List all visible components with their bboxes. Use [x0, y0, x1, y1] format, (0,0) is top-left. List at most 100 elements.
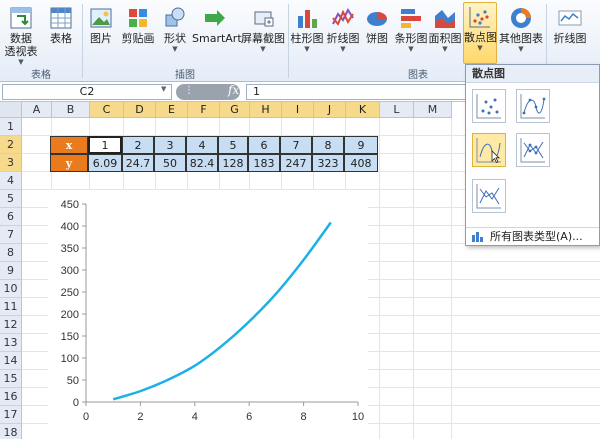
row-header-12[interactable]: 12 — [0, 316, 22, 334]
x-value-cell[interactable]: 9 — [344, 136, 378, 154]
scatter-smooth-lines-option[interactable] — [472, 133, 506, 167]
chevron-down-icon[interactable]: ▼ — [161, 85, 166, 93]
scatter-straight-lines-markers-option[interactable] — [516, 133, 550, 167]
area-chart-button[interactable]: 面积图 ▼ — [428, 4, 462, 64]
scatter-chart[interactable]: 0 50 100 150 200 250 300 350 400 450 0 2 4 6 8 10 — [48, 190, 368, 439]
y-value-cell[interactable]: 50 — [154, 154, 186, 172]
column-header-c[interactable]: C — [90, 102, 124, 118]
column-header-f[interactable]: F — [188, 102, 220, 118]
column-header-l[interactable]: L — [380, 102, 414, 118]
column-header-i[interactable]: I — [282, 102, 314, 118]
scatter-chart-label: 散点图 — [464, 31, 497, 44]
clipart-button[interactable]: 剪贴画 — [120, 4, 156, 64]
insert-function-icon[interactable]: fx — [228, 83, 239, 97]
row-header-9[interactable]: 9 — [0, 262, 22, 280]
column-header-a[interactable]: A — [22, 102, 52, 118]
shapes-button[interactable]: 形状 ▼ — [160, 4, 190, 64]
smartart-button[interactable]: SmartArt — [192, 4, 242, 64]
y-label-cell[interactable]: y — [50, 154, 88, 172]
scatter-gallery-dropdown: 散点图 所有图表类型(A)... — [465, 64, 600, 246]
divider — [288, 4, 289, 78]
x-value-cell[interactable]: 3 — [154, 136, 186, 154]
column-chart-button[interactable]: 柱形图 ▼ — [290, 4, 324, 64]
group-label-illustrations: 插图 — [175, 70, 195, 81]
y-value-cell[interactable]: 128 — [218, 154, 248, 172]
row-header-8[interactable]: 8 — [0, 244, 22, 262]
all-chart-types-link[interactable]: 所有图表类型(A)... — [466, 227, 599, 245]
y-tick-label: 450 — [61, 199, 79, 211]
column-header-m[interactable]: M — [414, 102, 452, 118]
screenshot-button[interactable]: 屏幕截图 ▼ — [240, 4, 286, 64]
y-value-cell[interactable]: 323 — [312, 154, 344, 172]
row-header-13[interactable]: 13 — [0, 334, 22, 352]
x-value-cell[interactable]: 4 — [186, 136, 218, 154]
bar-chart-icon — [401, 9, 421, 28]
y-tick-label: 50 — [67, 375, 79, 387]
line-chart-button[interactable]: 折线图 ▼ — [326, 4, 360, 64]
row-header-10[interactable]: 10 — [0, 280, 22, 298]
pie-chart-button[interactable]: 饼图 — [362, 4, 392, 64]
scatter-markers-only-option[interactable] — [472, 89, 506, 123]
scatter-chart-button[interactable]: 散点图 ▼ — [463, 2, 497, 64]
y-value-cell[interactable]: 408 — [344, 154, 378, 172]
x-value-cell[interactable]: 1 — [88, 136, 122, 154]
x-value-cell[interactable]: 7 — [280, 136, 312, 154]
scatter-smooth-lines-markers-option[interactable] — [516, 89, 550, 123]
other-charts-label: 其他图表 — [499, 32, 543, 45]
row-header-6[interactable]: 6 — [0, 208, 22, 226]
column-header-g[interactable]: G — [220, 102, 250, 118]
name-box[interactable]: C2 — [2, 84, 172, 100]
row-header-1[interactable]: 1 — [0, 118, 22, 136]
column-header-h[interactable]: H — [250, 102, 282, 118]
pivot-table-button[interactable]: 数据 透视表 ▼ — [4, 4, 38, 66]
bar-chart-button[interactable]: 条形图 ▼ — [394, 4, 428, 64]
y-value-cell[interactable]: 183 — [248, 154, 280, 172]
y-tick-label: 400 — [61, 221, 79, 233]
scatter-straight-lines-icon — [476, 184, 501, 209]
column-header-e[interactable]: E — [156, 102, 188, 118]
y-value-cell[interactable]: 247 — [280, 154, 312, 172]
row-header-4[interactable]: 4 — [0, 172, 22, 190]
chart-types-icon — [472, 232, 483, 242]
row-header-15[interactable]: 15 — [0, 370, 22, 388]
row-header-7[interactable]: 7 — [0, 226, 22, 244]
clipart-label: 剪贴画 — [121, 32, 155, 45]
grid-line — [413, 118, 414, 439]
row-header-3[interactable]: 3 — [0, 154, 22, 172]
other-charts-button[interactable]: 其他图表 ▼ — [498, 4, 544, 64]
x-value-cell[interactable]: 8 — [312, 136, 344, 154]
scatter-smooth-lines-icon — [476, 138, 501, 163]
row-header-2[interactable]: 2 — [0, 136, 22, 154]
column-header-b[interactable]: B — [52, 102, 90, 118]
table-button[interactable]: 表格 — [44, 4, 78, 64]
column-header-j[interactable]: J — [314, 102, 346, 118]
x-tick-label: 0 — [83, 411, 89, 423]
y-value-cell[interactable]: 82.4 — [186, 154, 218, 172]
row-header-14[interactable]: 14 — [0, 352, 22, 370]
x-value-cell[interactable]: 6 — [248, 136, 280, 154]
x-label-cell[interactable]: x — [50, 136, 88, 154]
column-header-k[interactable]: K — [346, 102, 380, 118]
x-value-cell[interactable]: 2 — [122, 136, 154, 154]
row-header-11[interactable]: 11 — [0, 298, 22, 316]
picture-button[interactable]: 图片 — [86, 4, 116, 64]
column-chart-icon — [298, 10, 317, 28]
select-all-corner[interactable] — [0, 102, 22, 118]
series-line[interactable] — [112, 221, 332, 401]
data-point-2 — [138, 389, 142, 393]
smartart-icon — [205, 10, 225, 26]
x-tick-label: 4 — [192, 411, 198, 423]
x-value-cell[interactable]: 5 — [218, 136, 248, 154]
picture-icon — [90, 8, 112, 28]
column-header-d[interactable]: D — [124, 102, 156, 118]
pivot-table-icon — [10, 7, 32, 29]
y-value-cell[interactable]: 6.09 — [88, 154, 122, 172]
pie-chart-label: 饼图 — [366, 32, 388, 45]
row-header-5[interactable]: 5 — [0, 190, 22, 208]
scatter-straight-lines-option[interactable] — [472, 179, 506, 213]
row-header-17[interactable]: 17 — [0, 406, 22, 424]
sparkline-button[interactable]: 折线图 — [550, 4, 590, 64]
row-header-16[interactable]: 16 — [0, 388, 22, 406]
y-value-cell[interactable]: 24.7 — [122, 154, 154, 172]
row-header-18[interactable]: 18 — [0, 424, 22, 439]
